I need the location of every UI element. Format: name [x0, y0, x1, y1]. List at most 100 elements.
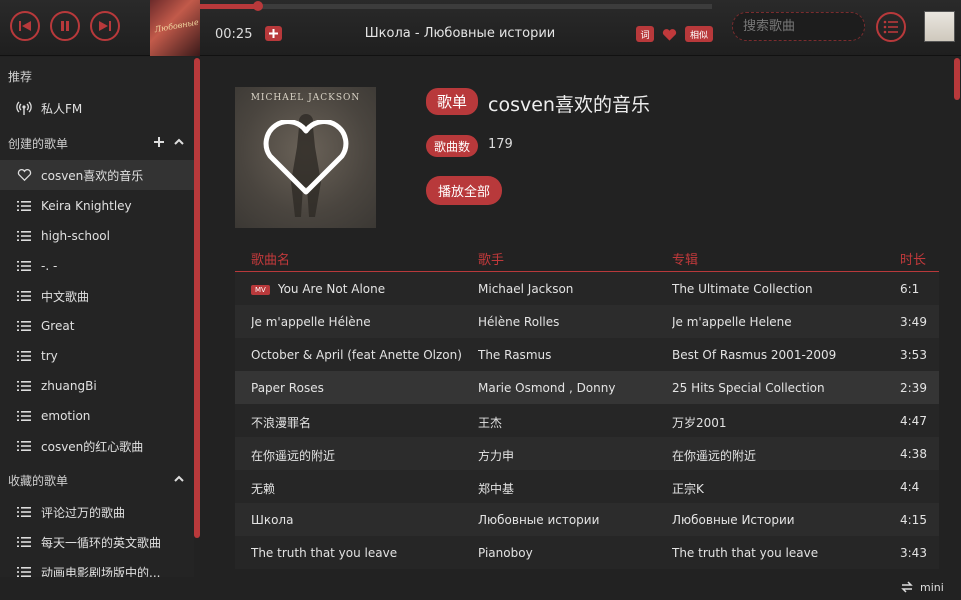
table-row[interactable]: The truth that you leave Pianoboy The trut…	[235, 536, 939, 569]
cell-duration: 4:15	[900, 513, 927, 527]
collected-section-title: 收藏的歌单	[8, 474, 69, 488]
cell-title: MV You Are Not Alone	[251, 282, 385, 296]
heart-outline-icon	[263, 120, 349, 195]
pause-icon	[61, 21, 69, 31]
cell-album-text: Best Of Rasmus 2001-2009	[672, 348, 837, 362]
sidebar-item-playlist[interactable]: -. -	[0, 251, 194, 281]
cell-album: Best Of Rasmus 2001-2009	[672, 348, 836, 362]
column-artist[interactable]: 歌手	[478, 249, 504, 268]
play-all-button[interactable]: 播放全部	[426, 176, 502, 205]
sidebar-item-playlist[interactable]: try	[0, 341, 194, 371]
list-icon	[16, 318, 32, 334]
cell-title-text: 无赖	[251, 482, 276, 496]
progress-bar[interactable]	[200, 1, 712, 11]
cell-duration: 3:49	[900, 315, 927, 329]
cell-artist-text: The Rasmus	[478, 348, 552, 362]
table-row[interactable]: Школа Любовные истории Любовные Истории 4:1…	[235, 503, 939, 536]
user-avatar[interactable]	[924, 11, 955, 42]
playlist-toggle-button[interactable]	[876, 12, 906, 42]
cell-title: The truth that you leave	[251, 546, 397, 560]
list-icon	[16, 198, 32, 214]
cell-album-text: 25 Hits Special Collection	[672, 381, 825, 395]
sidebar-item-playlist[interactable]: zhuangBi	[0, 371, 194, 401]
progress-fill	[200, 4, 258, 9]
cell-duration-text: 4:47	[900, 414, 927, 428]
column-album[interactable]: 专辑	[672, 249, 698, 268]
add-playlist-icon[interactable]	[154, 137, 164, 147]
sidebar-item-collected[interactable]: 每天一循环的英文歌曲	[0, 527, 194, 557]
sidebar-item-liked-playlist[interactable]: cosven喜欢的音乐	[0, 160, 194, 190]
sidebar-item-label: 评论过万的歌曲	[41, 505, 126, 520]
main-scrollbar[interactable]	[954, 58, 960, 100]
cell-album-text: Любовные Истории	[672, 513, 795, 527]
chevron-up-icon[interactable]	[174, 474, 184, 484]
cell-duration: 3:43	[900, 546, 927, 560]
playlist-title: cosven喜欢的音乐	[488, 94, 650, 116]
cell-title-text: 在你遥远的附近	[251, 449, 336, 463]
cell-title-text: The truth that you leave	[251, 546, 398, 560]
mini-mode-button[interactable]: mini	[900, 580, 944, 594]
cell-title: October & April (feat Anette Olzon)	[251, 348, 462, 362]
list-icon	[16, 228, 32, 244]
list-icon	[16, 348, 32, 364]
table-row[interactable]: Paper Roses Marie Osmond , Donny 25 Hits S…	[235, 371, 939, 404]
search-input[interactable]	[732, 12, 865, 41]
sidebar-item-playlist[interactable]: cosven的红心歌曲	[0, 431, 194, 461]
cell-artist: 方力申	[478, 447, 514, 464]
cell-duration: 4:38	[900, 447, 927, 461]
cell-artist-text: 方力申	[478, 449, 515, 463]
cell-artist-text: Michael Jackson	[478, 282, 574, 296]
table-row[interactable]: 无赖 郑中基 正宗K 4:4	[235, 470, 939, 503]
sidebar-item-fm[interactable]: 私人FM	[0, 93, 194, 123]
cell-duration: 4:4	[900, 480, 919, 494]
sidebar-item-playlist[interactable]: 中文歌曲	[0, 281, 194, 311]
cell-title-text: October & April (feat Anette Olzon)	[251, 348, 462, 362]
cell-title: Школа	[251, 513, 293, 527]
sidebar-item-playlist[interactable]: emotion	[0, 401, 194, 431]
table-row[interactable]: 不浪漫罪名 王杰 万岁2001 4:47	[235, 404, 939, 437]
cell-duration-text: 3:49	[900, 315, 927, 329]
player-bar: Любовные истории 00:25 Школа - Любовные …	[0, 0, 961, 56]
pause-button[interactable]	[50, 11, 80, 41]
table-row[interactable]: 在你遥远的附近 方力申 在你遥远的附近 4:38	[235, 437, 939, 470]
sidebar-item-collected[interactable]: 评论过万的歌曲	[0, 497, 194, 527]
cell-artist: 王杰	[478, 414, 502, 431]
progress-knob[interactable]	[252, 1, 263, 11]
next-button[interactable]	[90, 11, 120, 41]
mini-label: mini	[920, 580, 944, 594]
cell-album: The Ultimate Collection	[672, 282, 813, 296]
table-row[interactable]: October & April (feat Anette Olzon) The R…	[235, 338, 939, 371]
table-row[interactable]: Je m'appelle Hélène Hélène Rolles Je m'app…	[235, 305, 939, 338]
sidebar-item-label: 动画电影剧场版中的...	[41, 565, 161, 578]
table-row[interactable]: MV You Are Not Alone Michael Jackson The Ul…	[235, 272, 939, 305]
similar-button[interactable]: 相似	[685, 26, 713, 42]
heart-icon	[662, 29, 677, 41]
sidebar-item-collected[interactable]: 动画电影剧场版中的...	[0, 557, 194, 577]
recommend-section-title: 推荐	[8, 70, 33, 84]
cell-artist-text: 郑中基	[478, 482, 515, 496]
heart-outline-icon	[16, 167, 32, 183]
switch-icon	[901, 581, 913, 593]
column-title[interactable]: 歌曲名	[251, 249, 290, 268]
chevron-up-icon[interactable]	[174, 137, 184, 147]
cell-title-text: Paper Roses	[251, 381, 324, 395]
now-playing-cover[interactable]: Любовные истории	[150, 0, 200, 56]
lyrics-button[interactable]: 词	[636, 26, 654, 42]
cell-album-text: 正宗K	[672, 482, 704, 496]
sidebar-item-playlist[interactable]: high-school	[0, 221, 194, 251]
like-button[interactable]	[662, 27, 677, 46]
list-icon	[16, 378, 32, 394]
previous-button[interactable]	[10, 11, 40, 41]
sidebar-item-label: 每天一循环的英文歌曲	[41, 535, 162, 550]
add-to-playlist-button[interactable]	[265, 26, 282, 41]
cell-duration: 6:1	[900, 282, 919, 296]
cell-artist: Michael Jackson	[478, 282, 573, 296]
sidebar-item-playlist[interactable]: Great	[0, 311, 194, 341]
list-icon	[16, 504, 32, 520]
sidebar-item-playlist[interactable]: Keira Knightley	[0, 191, 194, 221]
mv-badge[interactable]: MV	[251, 285, 270, 295]
now-playing-title: Школа - Любовные истории	[364, 26, 556, 41]
list-icon	[16, 534, 32, 550]
playlist-cover: MICHAEL JACKSON	[235, 87, 376, 228]
column-duration[interactable]: 时长	[900, 249, 926, 268]
